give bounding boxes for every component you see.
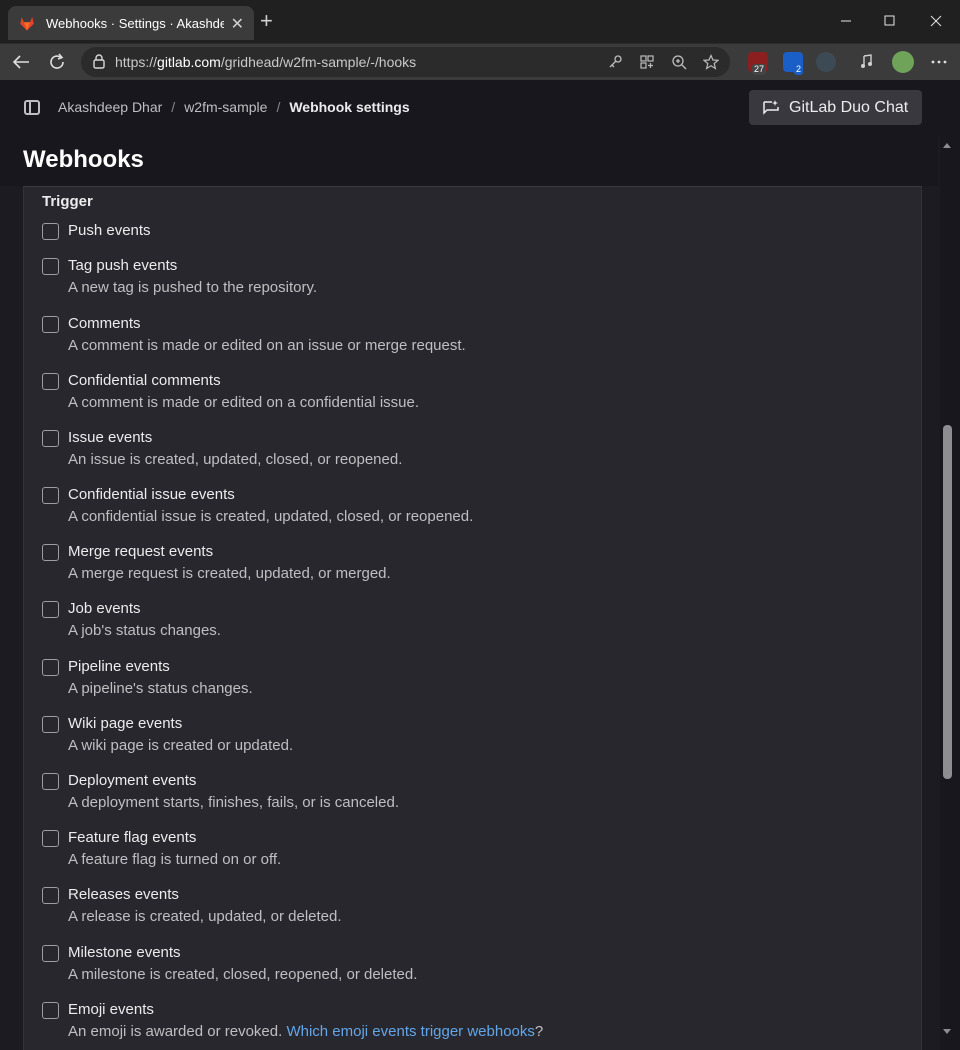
browser-toolbar: https://gitlab.com/gridhead/w2fm-sample/… (0, 44, 960, 80)
trigger-help: An emoji is awarded or revoked. Which em… (68, 1023, 543, 1040)
url-path: /gridhead/w2fm-sample/-/hooks (220, 54, 417, 70)
trigger-checkbox[interactable] (42, 316, 59, 333)
trigger-label[interactable]: Tag push events (68, 257, 177, 274)
back-icon[interactable] (11, 53, 31, 71)
trigger-help: A comment is made or edited on a confide… (68, 394, 420, 411)
breadcrumb-project[interactable]: w2fm-sample (184, 99, 267, 115)
tab-close-icon[interactable]: ✕ (231, 14, 244, 34)
more-menu-icon[interactable] (929, 52, 949, 72)
breadcrumb-user[interactable]: Akashdeep Dhar (58, 99, 162, 115)
minimize-icon[interactable] (840, 15, 852, 27)
trigger-checkbox[interactable] (42, 223, 59, 240)
trigger-label[interactable]: Releases events (68, 886, 179, 903)
trigger-label[interactable]: Milestone events (68, 944, 181, 961)
trigger-checkbox[interactable] (42, 1002, 59, 1019)
breadcrumb-separator: / (171, 99, 176, 115)
trigger-checkbox[interactable] (42, 887, 59, 904)
trigger-checkbox[interactable] (42, 487, 59, 504)
app-available-icon[interactable] (639, 54, 655, 70)
maximize-icon[interactable] (884, 15, 896, 27)
trigger-help-suffix: ? (534, 1023, 544, 1040)
url-host: gitlab.com (157, 54, 221, 70)
scroll-up-icon[interactable] (942, 141, 952, 149)
trigger-label[interactable]: Merge request events (68, 543, 213, 560)
emoji-events-help-link[interactable]: Which emoji events trigger webhooks (286, 1023, 534, 1040)
ublock-badge: 27 (752, 64, 767, 75)
trigger-help: A wiki page is created or updated. (68, 737, 294, 754)
trigger-checkbox[interactable] (42, 830, 59, 847)
trigger-help: A release is created, updated, or delete… (68, 908, 342, 925)
trigger-label[interactable]: Issue events (68, 429, 152, 446)
trigger-help: A feature flag is turned on or off. (68, 851, 282, 868)
trigger-checkbox[interactable] (42, 430, 59, 447)
trigger-checkbox[interactable] (42, 258, 59, 275)
new-tab-icon[interactable]: + (260, 10, 273, 32)
reload-icon[interactable] (47, 52, 67, 72)
duo-chat-icon (763, 100, 779, 115)
zoom-icon[interactable] (671, 54, 687, 70)
trigger-help: A confidential issue is created, updated… (68, 508, 474, 525)
duo-chat-label: GitLab Duo Chat (789, 98, 909, 116)
url-prefix: https:// (115, 54, 158, 70)
trigger-help: A pipeline's status changes. (68, 680, 253, 697)
trigger-help: A new tag is pushed to the repository. (68, 279, 318, 296)
media-control-icon[interactable] (858, 52, 878, 72)
breadcrumb-separator: / (276, 99, 281, 115)
profile-avatar[interactable] (892, 51, 914, 73)
webhook-form-panel: Trigger Push events Tag push events A ne… (23, 186, 922, 1050)
favorite-star-icon[interactable] (703, 54, 719, 70)
trigger-checkbox[interactable] (42, 373, 59, 390)
trigger-checkbox[interactable] (42, 544, 59, 561)
trigger-help-text: An emoji is awarded or revoked. (68, 1023, 287, 1040)
trigger-label[interactable]: Feature flag events (68, 829, 196, 846)
address-bar[interactable]: https://gitlab.com/gridhead/w2fm-sample/… (81, 47, 730, 77)
trigger-checkbox[interactable] (42, 773, 59, 790)
tab-title: Webhooks · Settings · Akashdeep (46, 15, 224, 31)
trigger-help: A deployment starts, finishes, fails, or… (68, 794, 399, 811)
trigger-label[interactable]: Job events (68, 600, 141, 617)
trigger-help: A comment is made or edited on an issue … (68, 337, 466, 354)
trigger-label[interactable]: Comments (68, 315, 141, 332)
breadcrumb: Akashdeep Dhar / w2fm-sample / Webhook s… (58, 99, 410, 115)
trigger-help: A merge request is created, updated, or … (68, 565, 391, 582)
privacy-extension-icon[interactable] (816, 52, 836, 72)
key-icon[interactable] (607, 54, 623, 70)
page-header: Webhooks (0, 136, 938, 186)
trigger-section-label: Trigger (42, 193, 93, 210)
lock-icon (93, 54, 105, 69)
trigger-checkbox[interactable] (42, 659, 59, 676)
sidebar-toggle-icon[interactable] (24, 100, 40, 115)
trigger-checkbox[interactable] (42, 716, 59, 733)
trigger-label[interactable]: Confidential comments (68, 372, 221, 389)
duo-chat-button[interactable]: GitLab Duo Chat (749, 90, 922, 125)
gitlab-topbar: Akashdeep Dhar / w2fm-sample / Webhook s… (0, 80, 960, 136)
page-title: Webhooks (23, 146, 144, 173)
gitlab-logo-icon (20, 17, 34, 31)
trigger-label[interactable]: Wiki page events (68, 715, 182, 732)
bitwarden-badge: 2 (794, 64, 804, 75)
trigger-label[interactable]: Pipeline events (68, 658, 170, 675)
breadcrumb-current[interactable]: Webhook settings (289, 99, 409, 115)
trigger-help: An issue is created, updated, closed, or… (68, 451, 403, 468)
trigger-checkbox[interactable] (42, 601, 59, 618)
trigger-help: A milestone is created, closed, reopened… (68, 966, 418, 983)
trigger-label[interactable]: Emoji events (68, 1001, 154, 1018)
trigger-label[interactable]: Confidential issue events (68, 486, 235, 503)
trigger-checkbox[interactable] (42, 945, 59, 962)
scroll-down-icon[interactable] (942, 1028, 952, 1036)
trigger-label[interactable]: Push events (68, 222, 151, 239)
trigger-label[interactable]: Deployment events (68, 772, 196, 789)
browser-titlebar: Webhooks · Settings · Akashdeep ✕ + (0, 0, 960, 44)
trigger-help: A job's status changes. (68, 622, 221, 639)
browser-tab[interactable]: Webhooks · Settings · Akashdeep ✕ (8, 6, 254, 40)
scrollbar-thumb[interactable] (943, 425, 952, 779)
window-close-icon[interactable] (930, 15, 942, 27)
